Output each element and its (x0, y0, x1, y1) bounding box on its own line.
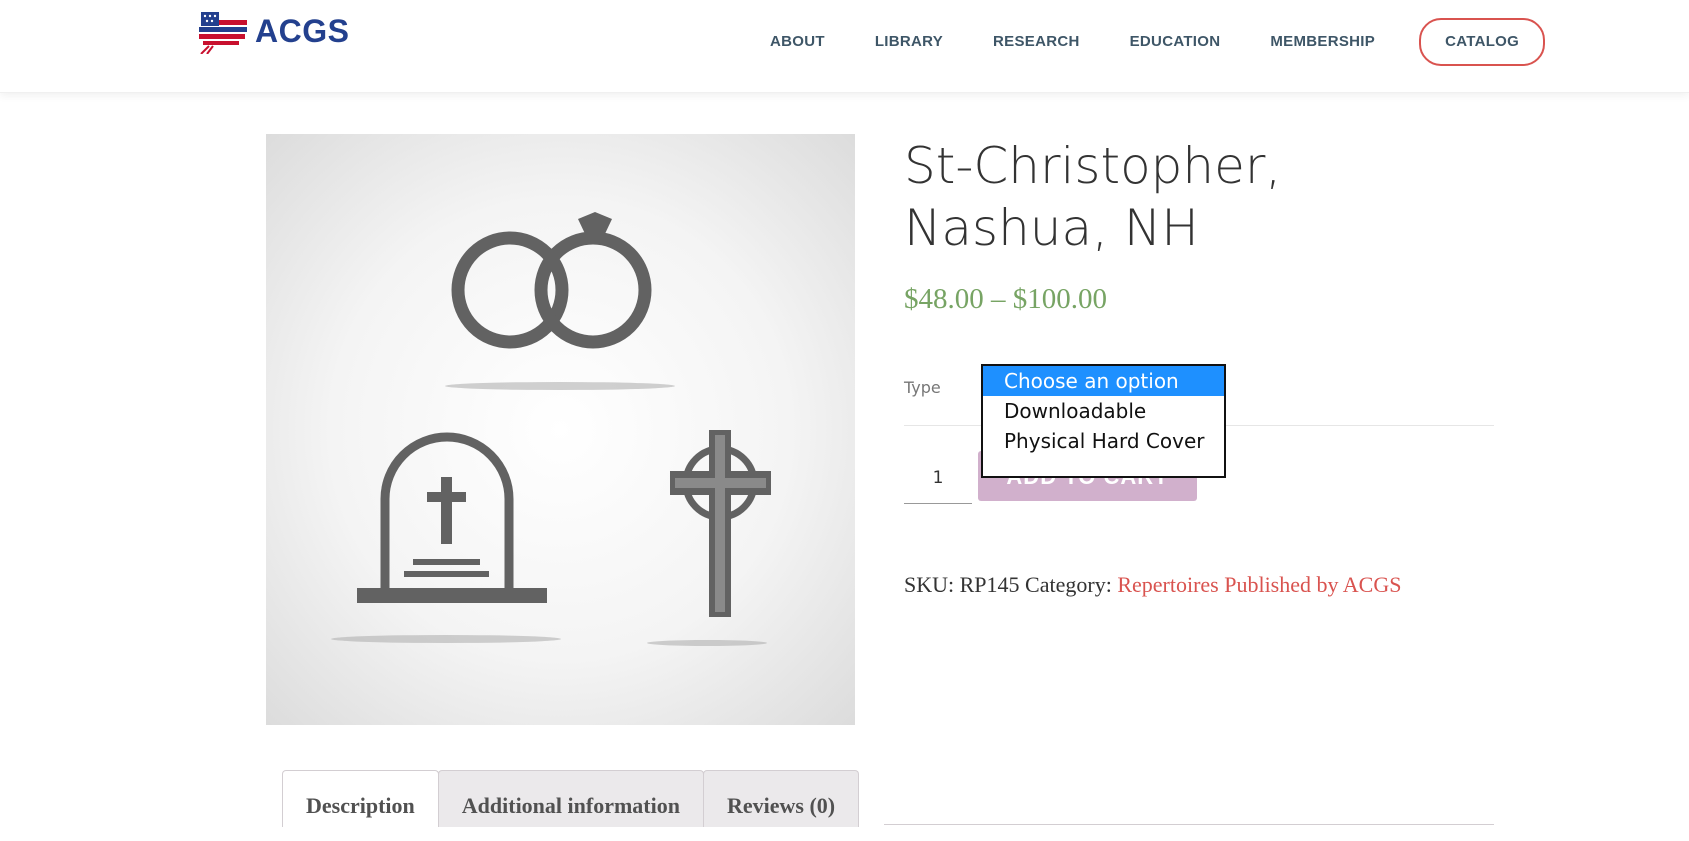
product-meta: SKU: RP145 Category: Repertoires Publish… (904, 572, 1401, 598)
nav-research[interactable]: RESEARCH (993, 29, 1080, 55)
site-header: ACGS ABOUT LIBRARY RESEARCH EDUCATION ME… (0, 0, 1689, 93)
nav-about[interactable]: ABOUT (770, 29, 825, 55)
category-label: Category: (1025, 572, 1112, 597)
site-logo[interactable]: ACGS (195, 8, 349, 54)
option-downloadable[interactable]: Downloadable (983, 396, 1224, 426)
quantity-input[interactable]: 1 (904, 455, 972, 504)
main-nav: ABOUT LIBRARY RESEARCH EDUCATION MEMBERS… (770, 18, 1546, 66)
tab-description[interactable]: Description (282, 770, 439, 827)
logo-text: ACGS (255, 12, 350, 49)
celtic-cross-icon (670, 430, 771, 617)
type-select-dropdown[interactable]: Choose an option Downloadable Physical H… (981, 364, 1226, 478)
sku-value: RP145 (959, 572, 1020, 597)
nav-library[interactable]: LIBRARY (875, 29, 943, 55)
nav-education[interactable]: EDUCATION (1130, 29, 1221, 55)
option-choose[interactable]: Choose an option (983, 366, 1224, 396)
category-link[interactable]: Repertoires Published by ACGS (1117, 572, 1401, 597)
us-flag-map-icon (199, 12, 247, 54)
product-image[interactable] (266, 134, 855, 725)
nav-membership[interactable]: MEMBERSHIP (1270, 29, 1375, 55)
tombstone-icon (357, 432, 547, 603)
type-label: Type (904, 378, 941, 397)
sku-label: SKU: (904, 572, 955, 597)
product-title: St-Christopher, Nashua, NH (904, 137, 1282, 257)
product-tabs: Description Additional information Revie… (282, 770, 860, 827)
tab-additional-information[interactable]: Additional information (437, 770, 704, 827)
tab-reviews[interactable]: Reviews (0) (702, 770, 860, 827)
product-price: $48.00 – $100.00 (904, 283, 1107, 315)
nav-catalog-button[interactable]: CATALOG (1419, 18, 1546, 66)
option-physical-hard-cover[interactable]: Physical Hard Cover (983, 426, 1224, 456)
wedding-rings-icon (451, 231, 652, 349)
